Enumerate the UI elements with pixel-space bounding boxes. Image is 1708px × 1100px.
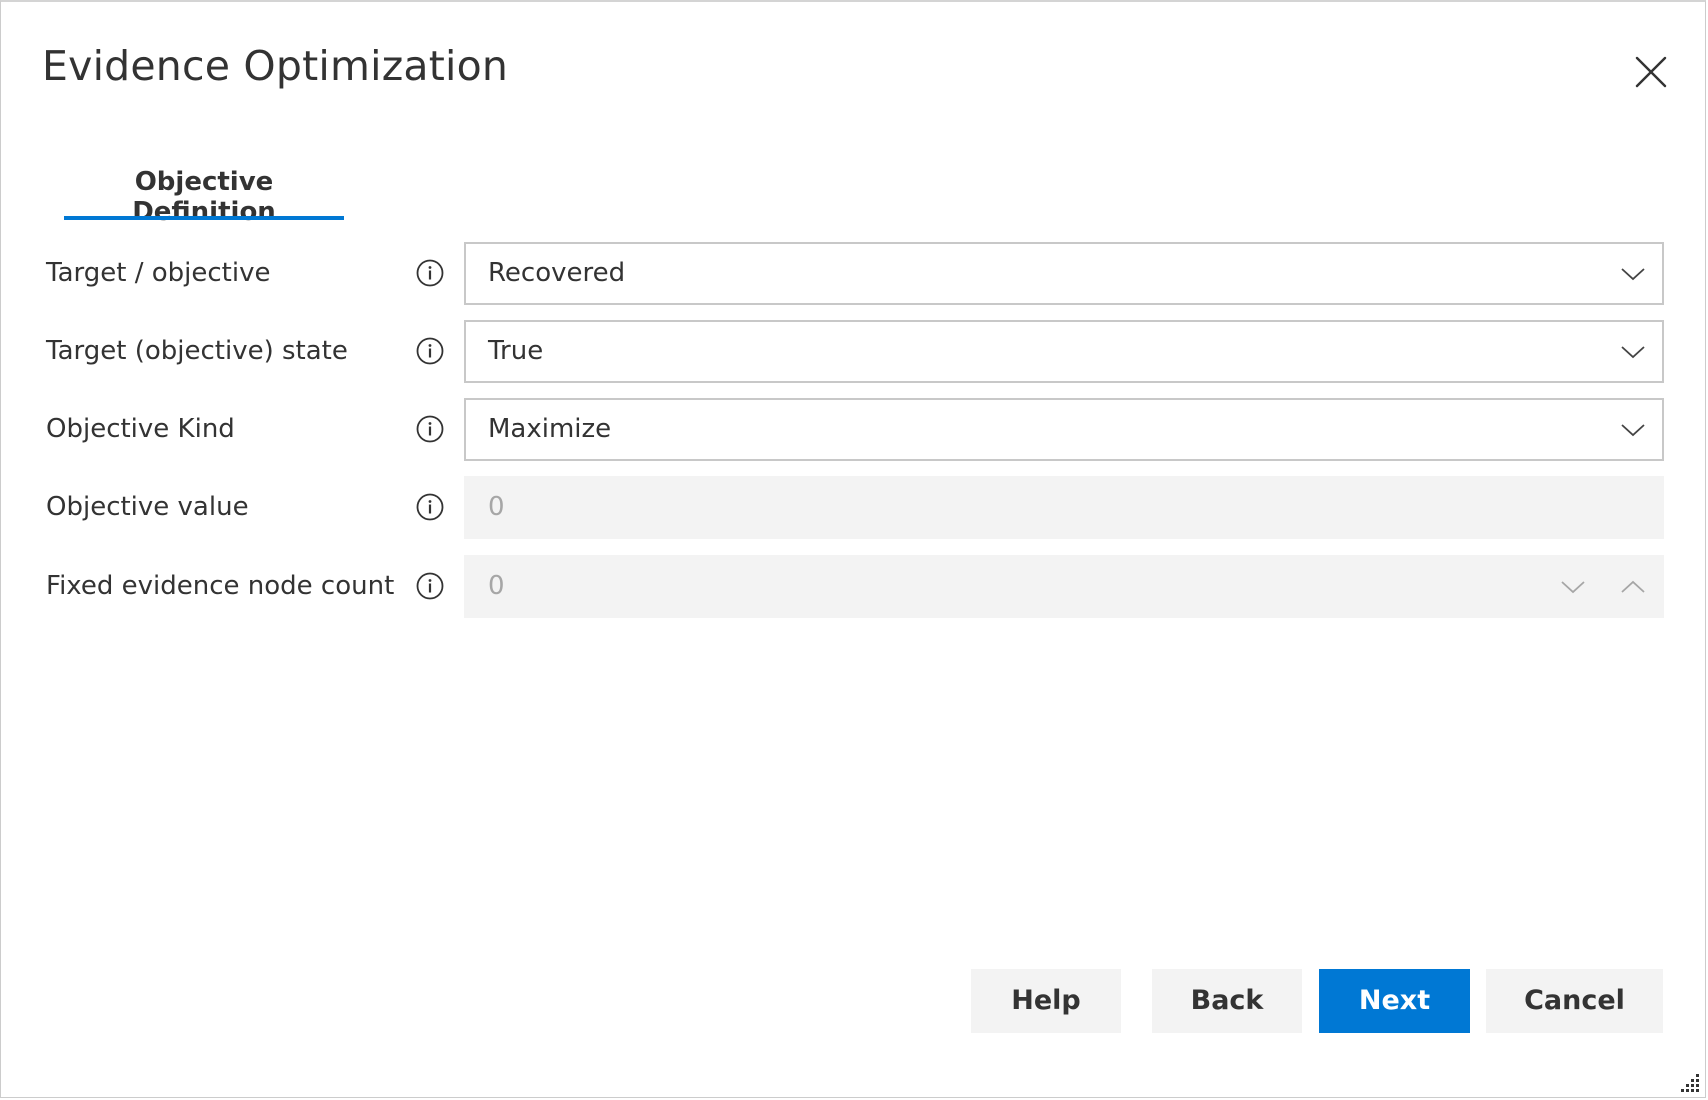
target-state-select[interactable]: True xyxy=(464,320,1664,383)
resize-grip[interactable] xyxy=(1679,1071,1701,1093)
form-row-target-objective: Target / objective Recovered xyxy=(1,242,1708,305)
target-state-value: True xyxy=(488,336,544,366)
objective-value-label: Objective value xyxy=(46,492,249,522)
next-button[interactable]: Next xyxy=(1319,969,1470,1033)
active-tab-indicator xyxy=(64,216,344,220)
form-row-target-state: Target (objective) state True xyxy=(1,320,1708,383)
decrement-button[interactable] xyxy=(1558,572,1588,602)
tab-objective-definition[interactable]: Objective Definition xyxy=(64,165,344,227)
objective-value-value: 0 xyxy=(488,492,505,522)
evidence-optimization-dialog: Evidence Optimization Objective Definiti… xyxy=(0,0,1706,1098)
info-button[interactable] xyxy=(416,493,444,521)
info-icon xyxy=(416,259,444,287)
objective-kind-value: Maximize xyxy=(488,414,612,444)
chevron-down-icon xyxy=(1618,259,1648,289)
target-objective-label: Target / objective xyxy=(46,258,271,288)
increment-button[interactable] xyxy=(1618,572,1648,602)
objective-kind-label: Objective Kind xyxy=(46,414,235,444)
dialog-title: Evidence Optimization xyxy=(42,42,509,90)
info-button[interactable] xyxy=(416,337,444,365)
form-row-objective-kind: Objective Kind Maximize xyxy=(1,398,1708,461)
form-row-objective-value: Objective value 0 xyxy=(1,476,1708,539)
chevron-down-icon xyxy=(1618,337,1648,367)
chevron-down-icon xyxy=(1561,581,1585,594)
close-icon xyxy=(1635,56,1667,88)
chevron-down-icon xyxy=(1618,415,1648,445)
close-button[interactable] xyxy=(1633,54,1669,90)
help-button[interactable]: Help xyxy=(971,969,1121,1033)
resize-grip-icon xyxy=(1681,1074,1699,1092)
target-objective-value: Recovered xyxy=(488,258,626,288)
info-button[interactable] xyxy=(416,415,444,443)
info-icon xyxy=(416,572,444,600)
chevron-up-icon xyxy=(1621,580,1645,593)
info-button[interactable] xyxy=(416,572,444,600)
form-row-fixed-evidence-node-count: Fixed evidence node count 0 xyxy=(1,555,1708,618)
info-icon xyxy=(416,493,444,521)
target-objective-select[interactable]: Recovered xyxy=(464,242,1664,305)
info-button[interactable] xyxy=(416,259,444,287)
cancel-button[interactable]: Cancel xyxy=(1486,969,1663,1033)
objective-kind-select[interactable]: Maximize xyxy=(464,398,1664,461)
fixed-evidence-node-count-stepper[interactable]: 0 xyxy=(464,555,1664,618)
target-state-label: Target (objective) state xyxy=(46,336,348,366)
objective-value-input[interactable]: 0 xyxy=(464,476,1664,539)
info-icon xyxy=(416,415,444,443)
fixed-evidence-node-count-value: 0 xyxy=(488,571,505,601)
info-icon xyxy=(416,337,444,365)
back-button[interactable]: Back xyxy=(1152,969,1302,1033)
fixed-evidence-node-count-label: Fixed evidence node count xyxy=(46,571,395,601)
